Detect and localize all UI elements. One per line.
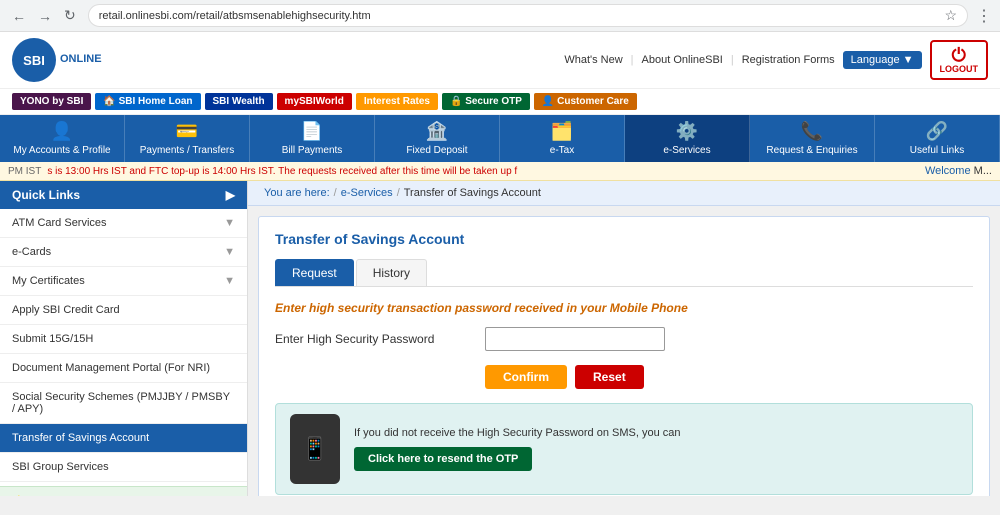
- logo-subtitle: ONLINE: [60, 53, 102, 66]
- promo-home-loan[interactable]: 🏠 SBI Home Loan: [95, 93, 200, 110]
- nav-bill-payments[interactable]: 📄 Bill Payments: [250, 115, 375, 162]
- otp-note: Enter high security transaction password…: [275, 301, 973, 315]
- promo-yono[interactable]: YONO by SBI: [12, 93, 91, 110]
- logout-button[interactable]: ⏻ LOGOUT: [930, 40, 989, 80]
- resend-content: If you did not receive the High Security…: [354, 427, 681, 471]
- sidebar-item-sbi-group[interactable]: SBI Group Services: [0, 453, 247, 482]
- payments-icon: 💳: [176, 121, 198, 142]
- sidebar-item-certificates[interactable]: My Certificates ▼: [0, 267, 247, 296]
- sidebar-item-ecards[interactable]: e-Cards ▼: [0, 238, 247, 267]
- sidebar-item-atm[interactable]: ATM Card Services ▼: [0, 209, 247, 238]
- breadcrumb: You are here: / e-Services / Transfer of…: [248, 181, 1000, 206]
- browser-nav[interactable]: ← → ↻: [8, 5, 80, 26]
- sidebar-item-social-security[interactable]: Social Security Schemes (PMJJBY / PMSBY …: [0, 383, 247, 424]
- confirm-button[interactable]: Confirm: [485, 365, 567, 389]
- reload-button[interactable]: ↻: [60, 5, 80, 26]
- logo-text: SBI: [23, 53, 45, 68]
- chevron-right-icon: ▼: [224, 275, 235, 287]
- sidebar-item-transfer-savings[interactable]: Transfer of Savings Account: [0, 424, 247, 453]
- nav-etax[interactable]: 🗂️ e-Tax: [500, 115, 625, 162]
- header-links: What's New | About OnlineSBI | Registrat…: [564, 40, 988, 80]
- url-text: retail.onlinesbi.com/retail/atbsmsenable…: [99, 10, 371, 22]
- quick-links-header: Quick Links ▶: [0, 181, 247, 209]
- promo-interest[interactable]: Interest Rates: [356, 93, 438, 110]
- tab-history[interactable]: History: [356, 259, 427, 286]
- eservices-icon: ⚙️: [676, 121, 698, 142]
- password-input[interactable]: [485, 327, 665, 351]
- main-layout: Quick Links ▶ ATM Card Services ▼ e-Card…: [0, 181, 1000, 496]
- welcome-text: Welcome M...: [925, 165, 992, 177]
- nav-payments[interactable]: 💳 Payments / Transfers: [125, 115, 250, 162]
- about-link[interactable]: About OnlineSBI: [642, 54, 723, 66]
- sidebar-item-credit-card[interactable]: Apply SBI Credit Card: [0, 296, 247, 325]
- forward-button[interactable]: →: [34, 5, 56, 26]
- promo-otp[interactable]: 🔒 Secure OTP: [442, 93, 530, 110]
- promo-wealth[interactable]: SBI Wealth: [205, 93, 273, 110]
- breadcrumb-eservices[interactable]: e-Services: [341, 187, 393, 199]
- promo-world[interactable]: mySBIWorld: [277, 93, 352, 110]
- logo-circle: SBI: [12, 38, 56, 82]
- main-nav: 👤 My Accounts & Profile 💳 Payments / Tra…: [0, 115, 1000, 162]
- chevron-down-icon: ▼: [903, 54, 914, 66]
- promo-banner: YONO by SBI 🏠 SBI Home Loan SBI Wealth m…: [0, 89, 1000, 115]
- features-box: ⭐ FEATURES/OFFERS Avail FX-Out facility …: [0, 486, 247, 496]
- page-title: Transfer of Savings Account: [275, 231, 973, 247]
- whats-new-link[interactable]: What's New: [564, 54, 622, 66]
- language-button[interactable]: Language ▼: [843, 51, 922, 69]
- profile-icon: 👤: [51, 121, 73, 142]
- otp-resend-box: 📱 If you did not receive the High Securi…: [275, 403, 973, 495]
- form-row: Enter High Security Password: [275, 327, 973, 351]
- power-icon: ⏻: [952, 46, 966, 64]
- tax-icon: 🗂️: [551, 121, 573, 142]
- links-icon: 🔗: [926, 121, 948, 142]
- browser-bar: ← → ↻ retail.onlinesbi.com/retail/atbsms…: [0, 0, 1000, 32]
- tab-request[interactable]: Request: [275, 259, 354, 286]
- resend-otp-button[interactable]: Click here to resend the OTP: [354, 447, 532, 471]
- promo-customer[interactable]: 👤 Customer Care: [534, 93, 637, 110]
- ticker-time: PM IST: [8, 166, 41, 177]
- transfer-box: Transfer of Savings Account Request Hist…: [258, 216, 990, 496]
- bookmark-icon[interactable]: ☆: [944, 7, 957, 24]
- separator: /: [334, 187, 337, 199]
- back-button[interactable]: ←: [8, 5, 30, 26]
- sbi-logo: SBI ONLINE: [12, 38, 102, 82]
- ticker-message: s is 13:00 Hrs IST and FTC top-up is 14:…: [47, 166, 517, 177]
- bill-icon: 📄: [301, 121, 323, 142]
- nav-request[interactable]: 📞 Request & Enquiries: [750, 115, 875, 162]
- phone-icon: 📱: [290, 414, 340, 484]
- chevron-right-icon: ▼: [224, 246, 235, 258]
- nav-my-accounts[interactable]: 👤 My Accounts & Profile: [0, 115, 125, 162]
- reset-button[interactable]: Reset: [575, 365, 644, 389]
- menu-icon[interactable]: ⋮: [976, 6, 992, 26]
- password-label: Enter High Security Password: [275, 332, 475, 346]
- deposit-icon: 🏦: [426, 121, 448, 142]
- header: SBI ONLINE What's New | About OnlineSBI …: [0, 32, 1000, 89]
- arrow-icon: ▶: [226, 188, 235, 202]
- sidebar: Quick Links ▶ ATM Card Services ▼ e-Card…: [0, 181, 248, 496]
- resend-message: If you did not receive the High Security…: [354, 427, 681, 439]
- star-icon: ⭐: [12, 495, 26, 496]
- tab-bar: Request History: [275, 259, 973, 287]
- nav-useful-links[interactable]: 🔗 Useful Links: [875, 115, 1000, 162]
- separator: /: [397, 187, 400, 199]
- sidebar-item-15g[interactable]: Submit 15G/15H: [0, 325, 247, 354]
- nav-fixed-deposit[interactable]: 🏦 Fixed Deposit: [375, 115, 500, 162]
- button-row: Confirm Reset: [485, 365, 973, 389]
- breadcrumb-current: Transfer of Savings Account: [404, 187, 541, 199]
- features-title: ⭐ FEATURES/OFFERS: [12, 495, 235, 496]
- nav-eservices[interactable]: ⚙️ e-Services: [625, 115, 750, 162]
- chevron-right-icon: ▼: [224, 217, 235, 229]
- content: You are here: / e-Services / Transfer of…: [248, 181, 1000, 496]
- address-bar[interactable]: retail.onlinesbi.com/retail/atbsmsenable…: [88, 4, 968, 27]
- registration-link[interactable]: Registration Forms: [742, 54, 835, 66]
- enquiry-icon: 📞: [801, 121, 823, 142]
- sidebar-item-doc-mgmt[interactable]: Document Management Portal (For NRI): [0, 354, 247, 383]
